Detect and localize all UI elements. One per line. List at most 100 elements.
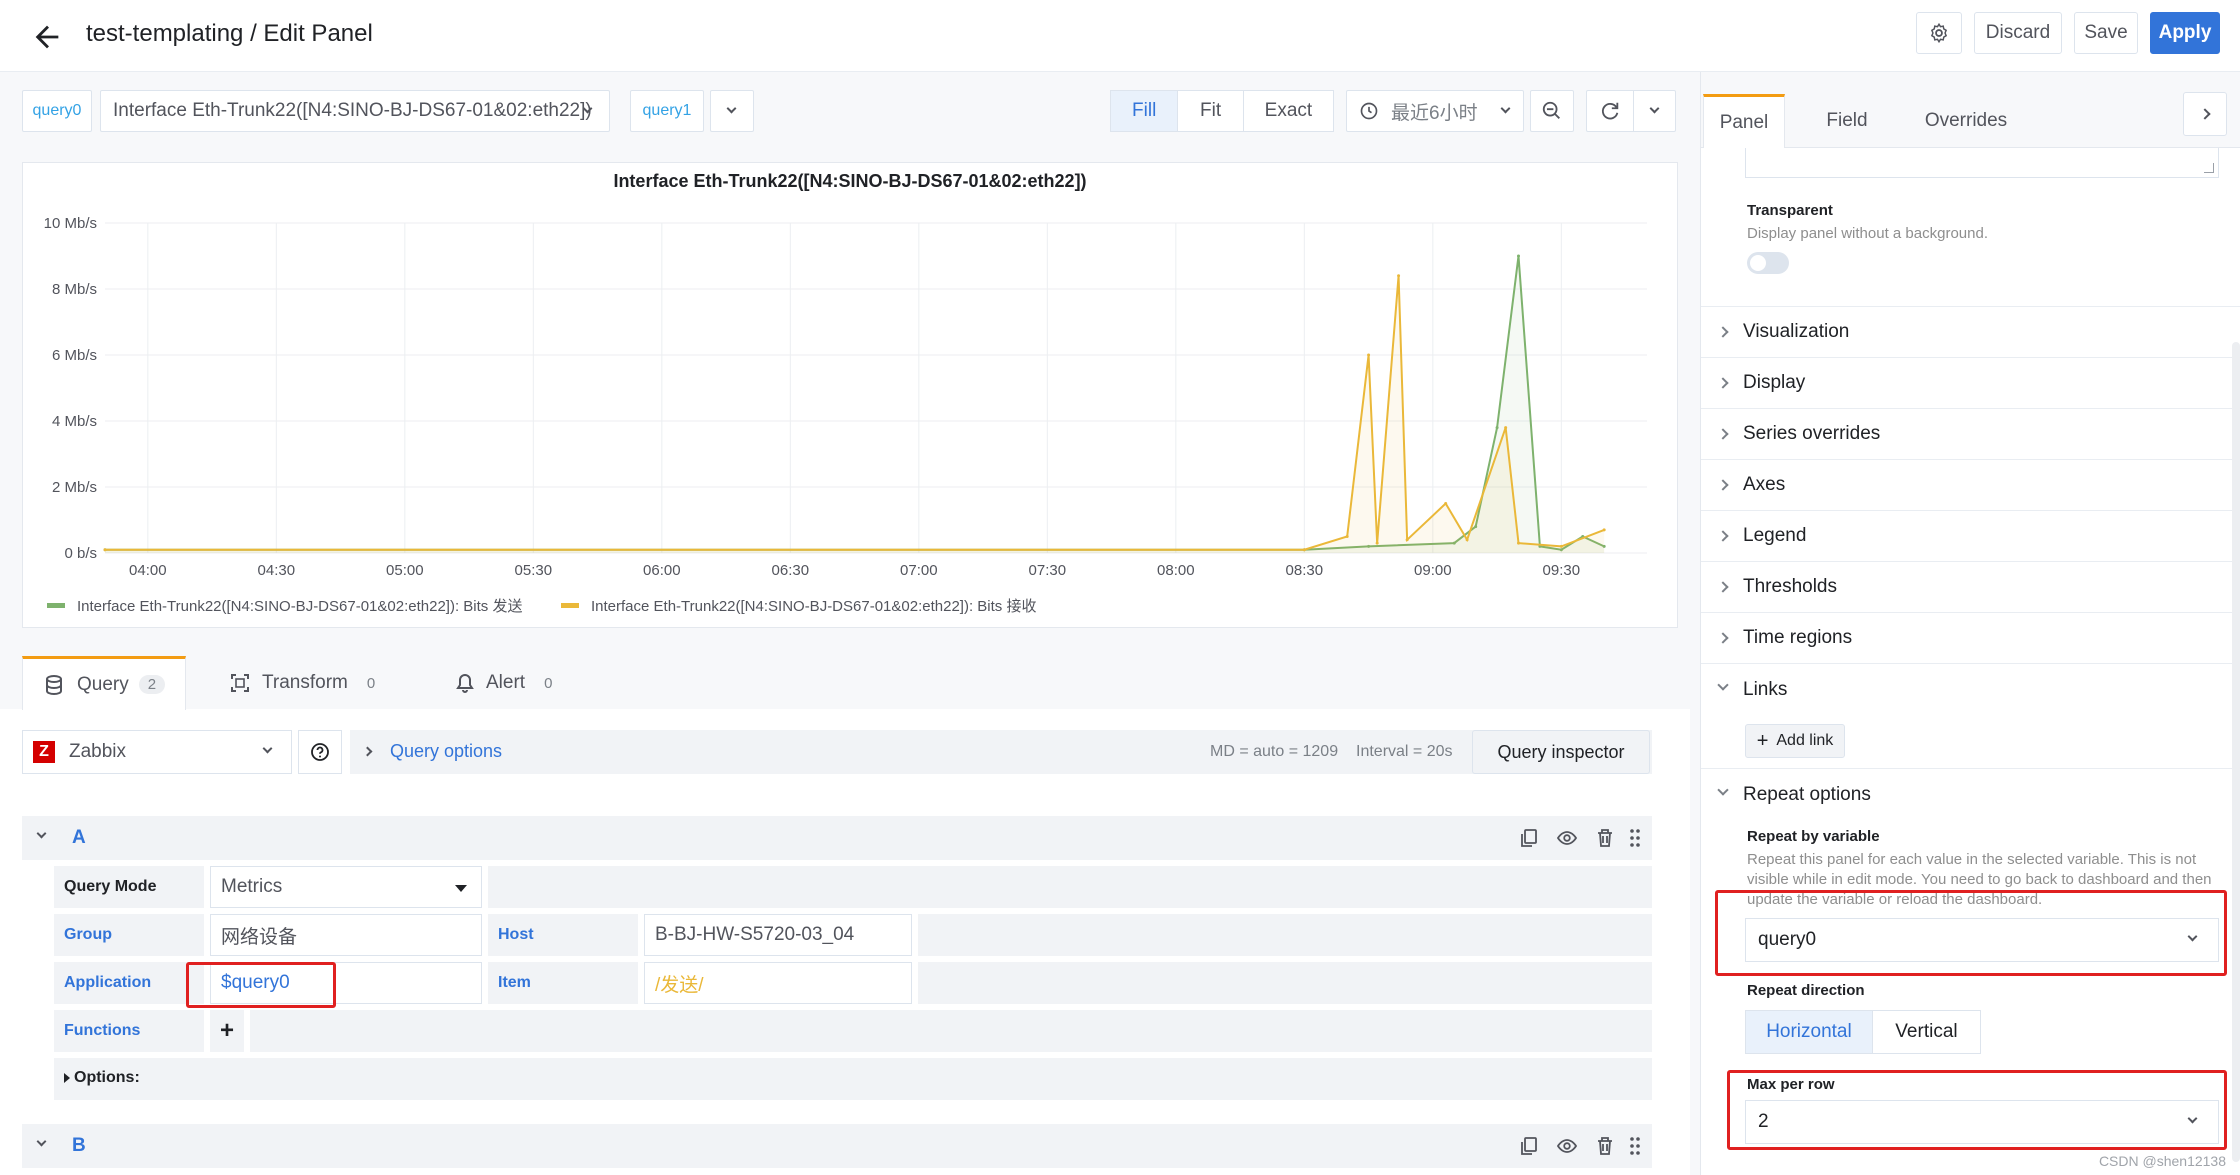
time-range-picker[interactable]: 最近6小时 [1346, 90, 1524, 132]
legend-swatch-yellow [561, 603, 579, 608]
eye-icon[interactable] [1556, 1135, 1578, 1157]
section-series-overrides[interactable]: Series overrides [1701, 409, 2240, 460]
options-row[interactable]: Options: [54, 1058, 1652, 1100]
query-b-header[interactable]: B [22, 1124, 1652, 1168]
legend-item-sent[interactable]: Interface Eth-Trunk22([N4:SINO-BJ-DS67-0… [47, 595, 522, 616]
tab-panel[interactable]: Panel [1703, 94, 1785, 148]
tab-query-count: 2 [138, 675, 166, 694]
chevron-right-icon [1717, 530, 1729, 542]
host-input[interactable]: B-BJ-HW-S5720-03_04 [644, 914, 912, 956]
tab-overrides[interactable]: Overrides [1911, 94, 2021, 148]
query-options-label[interactable]: Query options [390, 741, 502, 762]
drag-handle-icon[interactable] [1624, 827, 1646, 849]
resize-handle-icon [2204, 163, 2214, 173]
transparent-toggle[interactable] [1747, 252, 1789, 274]
caret-down-icon [455, 885, 467, 892]
trash-icon[interactable] [1594, 827, 1616, 849]
query1-select[interactable] [710, 90, 754, 132]
row-filler [918, 914, 1652, 956]
settings-button[interactable] [1916, 12, 1962, 54]
eye-icon[interactable] [1556, 827, 1578, 849]
zabbix-logo-icon: Z [33, 741, 55, 763]
zoom-out-button[interactable] [1530, 90, 1574, 132]
fill-button[interactable]: Fill [1111, 91, 1179, 131]
query-a-header[interactable]: A [22, 816, 1652, 860]
exact-button[interactable]: Exact [1244, 91, 1333, 131]
x-tick-label: 08:00 [1157, 562, 1195, 579]
drag-handle-icon[interactable] [1624, 1135, 1646, 1157]
query-mode-select[interactable]: Metrics [210, 866, 482, 908]
chevron-down-icon[interactable] [1649, 103, 1660, 114]
chevron-down-icon[interactable] [36, 1136, 47, 1147]
section-axes[interactable]: Axes [1701, 460, 2240, 511]
tab-transform[interactable]: Transform 0 [230, 656, 384, 710]
series-point-1 [1397, 274, 1401, 278]
section-display[interactable]: Display [1701, 358, 2240, 409]
trash-icon[interactable] [1594, 1135, 1616, 1157]
group-label: Group [54, 914, 204, 956]
item-input[interactable]: /发送/ [644, 962, 912, 1004]
tab-alert[interactable]: Alert 0 [456, 656, 561, 710]
query-options-bar[interactable]: Query options MD = auto = 1209 Interval … [350, 730, 1652, 774]
bell-icon [456, 673, 474, 693]
highlight-box-max-per-row [1727, 1070, 2227, 1150]
section-label: Repeat options [1743, 783, 1871, 805]
group-input[interactable]: 网络设备 [210, 914, 482, 956]
datasource-picker[interactable]: Z Zabbix [22, 730, 292, 774]
tab-query[interactable]: Query 2 [22, 656, 186, 710]
section-time-regions[interactable]: Time regions [1701, 613, 2240, 664]
datasource-name: Zabbix [69, 741, 127, 762]
legend-item-received[interactable]: Interface Eth-Trunk22([N4:SINO-BJ-DS67-0… [561, 595, 1036, 616]
add-link-label: Add link [1776, 732, 1834, 749]
section-legend[interactable]: Legend [1701, 511, 2240, 562]
section-label: Thresholds [1743, 576, 1837, 597]
query0-select[interactable]: Interface Eth-Trunk22([N4:SINO-BJ-DS67-0… [100, 90, 610, 132]
section-links[interactable]: Links [1701, 664, 2240, 715]
help-button[interactable] [298, 730, 342, 774]
duplicate-icon[interactable] [1518, 1135, 1540, 1157]
options-scrollbar[interactable] [2232, 342, 2240, 1162]
series-point-0 [1517, 254, 1520, 258]
chevron-down-icon [262, 743, 273, 754]
functions-label: Functions [54, 1010, 204, 1052]
repeat-by-label: Repeat by variable [1747, 828, 1880, 845]
chevron-right-icon [362, 746, 373, 757]
collapse-pane-button[interactable] [2183, 92, 2227, 136]
x-tick-label: 07:00 [900, 562, 938, 579]
tab-query-label: Query [77, 673, 129, 695]
chevron-down-icon[interactable] [36, 828, 47, 839]
series-point-1 [1302, 548, 1306, 552]
host-label: Host [488, 914, 638, 956]
fit-button[interactable]: Fit [1178, 91, 1244, 131]
add-function-button[interactable]: + [210, 1010, 244, 1052]
refresh-button-group[interactable] [1586, 90, 1676, 132]
section-thresholds[interactable]: Thresholds [1701, 562, 2240, 613]
save-button[interactable]: Save [2074, 12, 2138, 54]
section-label: Links [1743, 678, 1788, 700]
discard-button[interactable]: Discard [1974, 12, 2062, 54]
page-title: test-templating / Edit Panel [86, 20, 373, 47]
tab-field[interactable]: Field [1805, 94, 1889, 148]
direction-horizontal-button[interactable]: Horizontal [1746, 1011, 1873, 1053]
variable-label-query1: query1 [630, 90, 704, 132]
series-point-1 [103, 548, 107, 552]
series-point-1 [1559, 544, 1563, 548]
description-textarea[interactable] [1745, 148, 2219, 178]
duplicate-icon[interactable] [1518, 827, 1540, 849]
section-label: Visualization [1743, 321, 1850, 342]
section-repeat-options[interactable]: Repeat options [1701, 769, 2240, 820]
back-arrow-icon[interactable] [30, 20, 64, 54]
tab-alert-count: 0 [544, 674, 553, 692]
legend-swatch-green [47, 603, 65, 608]
direction-vertical-button[interactable]: Vertical [1873, 1011, 1980, 1053]
section-visualization[interactable]: Visualization [1701, 307, 2240, 358]
query-inspector-button[interactable]: Query inspector [1472, 730, 1650, 774]
zoom-out-icon [1542, 101, 1560, 119]
apply-button[interactable]: Apply [2150, 12, 2220, 54]
y-tick-label: 4 Mb/s [52, 413, 97, 430]
top-bar: test-templating / Edit Panel Discard Sav… [0, 0, 2240, 72]
refresh-icon[interactable] [1599, 100, 1621, 122]
series-point-1 [1375, 541, 1379, 545]
plus-icon: + [1756, 729, 1769, 752]
add-link-button[interactable]: + Add link [1745, 724, 1845, 758]
